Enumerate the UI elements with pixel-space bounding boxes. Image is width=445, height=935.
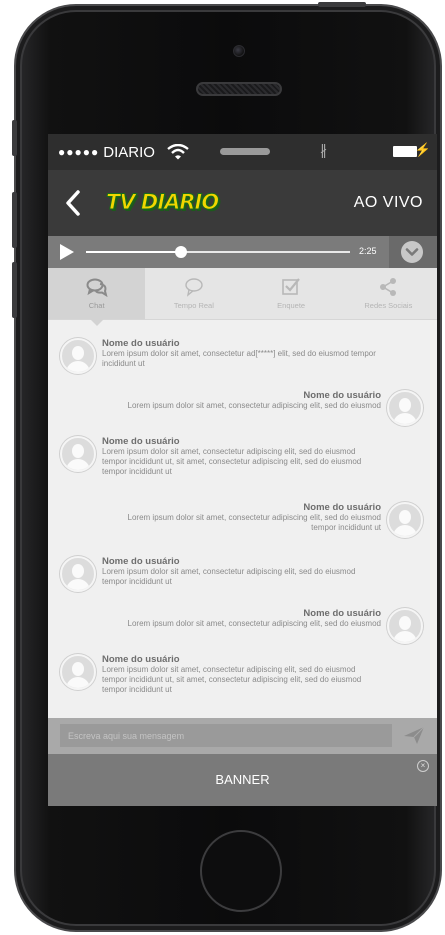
message-line: incididunt ut: [102, 359, 145, 368]
message-line: Lorem ipsum dolor sit amet, consectetur …: [102, 665, 356, 674]
chat-message: Nome do usuário Lorem ipsum dolor sit am…: [60, 338, 382, 374]
message-body: Nome do usuário Lorem ipsum dolor sit am…: [96, 338, 382, 374]
audio-player: 2:25: [48, 236, 437, 268]
message-line: tempor incididunt ut, sit amet, consecte…: [102, 675, 362, 684]
tab-redes-sociais[interactable]: Redes Sociais: [340, 268, 437, 319]
chat-message: Nome do usuário Lorem ipsum dolor sit am…: [122, 608, 423, 644]
banner-label: BANNER: [215, 772, 270, 787]
signal-strength-icon: ●●●●●: [58, 145, 100, 159]
chat-message: Nome do usuário Lorem ipsum dolor sit am…: [60, 556, 361, 592]
front-camera: [233, 45, 245, 57]
tv-diario-logo: TV DIARIO: [105, 190, 219, 216]
message-composer: [48, 718, 437, 754]
avatar: [387, 608, 423, 644]
username: Nome do usuário: [102, 338, 180, 349]
progress-track[interactable]: [86, 246, 350, 258]
status-bar: ●●●●● DIARIO ∦ ⚡: [48, 134, 437, 170]
message-line: tempor incididunt ut, sit amet, consecte…: [102, 457, 362, 466]
player-time: 2:25: [359, 246, 377, 256]
wifi-icon: [167, 144, 189, 160]
volume-up-button: [12, 192, 17, 248]
live-label: AO VIVO: [353, 194, 423, 211]
logo-text: TV DIARIO: [105, 190, 219, 215]
avatar: [60, 338, 96, 374]
back-arrow-icon[interactable]: [62, 188, 84, 218]
chevron-down-icon: [401, 241, 423, 263]
tab-label: Chat: [88, 301, 105, 310]
collapse-player-button[interactable]: [389, 236, 437, 268]
message-body: Nome do usuário Lorem ipsum dolor sit am…: [96, 436, 367, 477]
message-body: Nome do usuário Lorem ipsum dolor sit am…: [122, 608, 387, 644]
tab-enquete[interactable]: Enquete: [243, 268, 340, 319]
charging-icon: ⚡: [414, 142, 431, 157]
message-line: tempor incididunt ut: [102, 467, 172, 476]
message-body: Nome do usuário Lorem ipsum dolor sit am…: [122, 502, 387, 538]
home-button[interactable]: [200, 830, 282, 912]
message-line: Lorem ipsum dolor sit amet, consectetur …: [102, 447, 356, 456]
progress-knob[interactable]: [175, 246, 188, 258]
chat-message: Nome do usuário Lorem ipsum dolor sit am…: [122, 390, 423, 426]
app-screen: ●●●●● DIARIO ∦ ⚡ TV DIARIO AO VIVO 2:25: [48, 134, 437, 806]
earpiece-speaker: [196, 82, 282, 96]
volume-down-button: [12, 262, 17, 318]
message-body: Nome do usuário Lorem ipsum dolor sit am…: [122, 390, 387, 426]
play-icon[interactable]: [60, 244, 74, 260]
battery-icon: [393, 146, 417, 157]
username: Nome do usuário: [102, 556, 180, 567]
checkbox-icon: [282, 278, 300, 295]
avatar: [387, 390, 423, 426]
share-icon: [380, 278, 397, 296]
username: Nome do usuário: [102, 654, 180, 665]
tab-label: Enquete: [277, 301, 306, 310]
chat-bubbles-icon: [86, 278, 108, 297]
carrier-name: DIARIO: [103, 143, 155, 161]
speech-bubble-icon: [185, 278, 203, 297]
message-body: Nome do usuário Lorem ipsum dolor sit am…: [96, 556, 361, 592]
message-line: Lorem ipsum dolor sit amet, consectetur …: [127, 513, 381, 522]
tab-label: Tempo Real: [173, 301, 214, 310]
username: Nome do usuário: [102, 436, 180, 447]
message-line: tempor incididunt ut: [102, 685, 172, 694]
avatar: [60, 436, 96, 472]
username: Nome do usuário: [303, 608, 381, 619]
tab-chat[interactable]: Chat: [48, 268, 146, 326]
message-line: tempor incididunt ut: [102, 577, 172, 586]
avatar: [387, 502, 423, 538]
mute-switch: [12, 120, 17, 156]
avatar: [60, 654, 96, 690]
message-body: Nome do usuário Lorem ipsum dolor sit am…: [96, 654, 367, 695]
avatar: [60, 556, 96, 592]
message-line: Lorem ipsum dolor sit amet, consectetur …: [127, 401, 381, 410]
tab-bar: Chat Tempo Real Enquete Redes Sociais: [48, 268, 437, 326]
close-icon[interactable]: ×: [417, 760, 429, 772]
message-input[interactable]: [60, 724, 392, 747]
send-icon[interactable]: [403, 725, 425, 745]
chat-message: Nome do usuário Lorem ipsum dolor sit am…: [60, 654, 367, 695]
app-header: TV DIARIO AO VIVO: [48, 170, 437, 236]
message-line: Lorem ipsum dolor sit amet, consectetur …: [127, 619, 381, 628]
power-button: [318, 2, 366, 7]
tab-tempo-real[interactable]: Tempo Real: [145, 268, 242, 319]
chat-message: Nome do usuário Lorem ipsum dolor sit am…: [122, 502, 423, 538]
clock-placeholder: [220, 148, 270, 155]
username: Nome do usuário: [303, 390, 381, 401]
message-line: Lorem ipsum dolor sit amet, consectetur …: [102, 567, 356, 576]
ad-banner[interactable]: BANNER ×: [48, 754, 437, 806]
message-line: tempor incididunt ut: [311, 523, 381, 532]
chat-message: Nome do usuário Lorem ipsum dolor sit am…: [60, 436, 367, 477]
username: Nome do usuário: [303, 502, 381, 513]
progress-fill: [86, 251, 182, 253]
message-line: Lorem ipsum dolor sit amet, consectetur …: [102, 349, 376, 358]
bluetooth-icon: ∦: [320, 142, 327, 158]
tab-label: Redes Sociais: [364, 301, 413, 310]
chat-feed[interactable]: Nome do usuário Lorem ipsum dolor sit am…: [48, 320, 437, 718]
